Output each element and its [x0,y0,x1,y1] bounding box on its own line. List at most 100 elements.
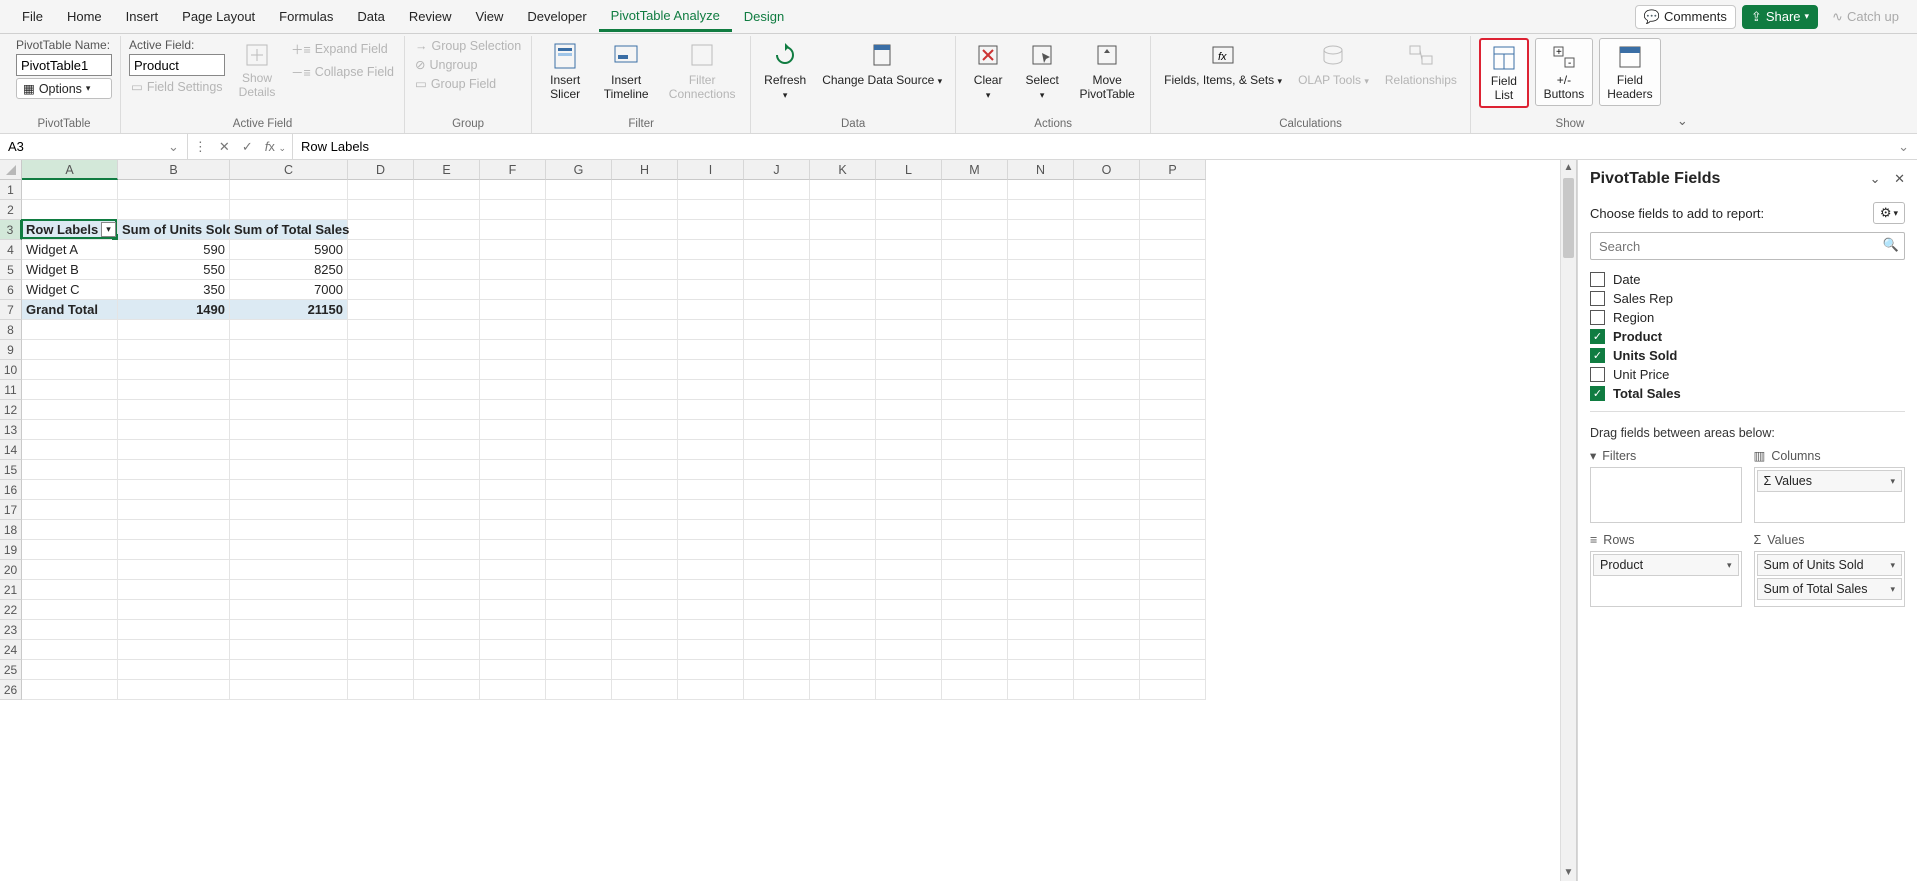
cell-J17[interactable] [744,500,810,520]
cell-M6[interactable] [942,280,1008,300]
cell-I24[interactable] [678,640,744,660]
cell-C3[interactable]: Sum of Total Sales [230,220,348,240]
cell-N24[interactable] [1008,640,1074,660]
cell-L7[interactable] [876,300,942,320]
cell-D15[interactable] [348,460,414,480]
cell-P5[interactable] [1140,260,1206,280]
cell-O2[interactable] [1074,200,1140,220]
cell-B12[interactable] [118,400,230,420]
cell-E6[interactable] [414,280,480,300]
cell-C11[interactable] [230,380,348,400]
collapse-field-button[interactable]: －≡ Collapse Field [289,61,396,82]
cell-G25[interactable] [546,660,612,680]
cell-O13[interactable] [1074,420,1140,440]
cell-F11[interactable] [480,380,546,400]
cell-M16[interactable] [942,480,1008,500]
cell-K7[interactable] [810,300,876,320]
field-headers-button[interactable]: Field Headers [1599,38,1661,106]
more-button[interactable]: ⋮ [188,139,213,155]
cell-A4[interactable]: Widget A [22,240,118,260]
cell-M18[interactable] [942,520,1008,540]
cell-B24[interactable] [118,640,230,660]
cell-E17[interactable] [414,500,480,520]
cell-I14[interactable] [678,440,744,460]
cell-H20[interactable] [612,560,678,580]
col-header-K[interactable]: K [810,160,876,180]
ribbon-collapse-button[interactable]: ⌄ [1669,109,1696,133]
cell-M10[interactable] [942,360,1008,380]
tab-view[interactable]: View [463,3,515,30]
cell-E13[interactable] [414,420,480,440]
cell-M3[interactable] [942,220,1008,240]
cell-D13[interactable] [348,420,414,440]
field-unit-price[interactable]: Unit Price [1590,365,1905,384]
values-item-units[interactable]: Sum of Units Sold ▾ [1757,554,1903,576]
insert-slicer-button[interactable]: Insert Slicer [540,38,590,104]
cell-P24[interactable] [1140,640,1206,660]
cell-A18[interactable] [22,520,118,540]
cell-B14[interactable] [118,440,230,460]
cell-I13[interactable] [678,420,744,440]
accept-edit-button[interactable]: ✓ [236,139,259,155]
field-settings-button[interactable]: ▭ Field Settings [129,78,225,95]
cell-H13[interactable] [612,420,678,440]
cell-K11[interactable] [810,380,876,400]
cell-F17[interactable] [480,500,546,520]
cell-C17[interactable] [230,500,348,520]
cell-D21[interactable] [348,580,414,600]
cell-J15[interactable] [744,460,810,480]
cell-A5[interactable]: Widget B [22,260,118,280]
cell-I10[interactable] [678,360,744,380]
cell-P16[interactable] [1140,480,1206,500]
cell-O25[interactable] [1074,660,1140,680]
name-box[interactable] [0,139,160,154]
cell-L5[interactable] [876,260,942,280]
cell-J7[interactable] [744,300,810,320]
cell-G16[interactable] [546,480,612,500]
cell-E4[interactable] [414,240,480,260]
formula-input[interactable] [293,139,1890,154]
cell-E3[interactable] [414,220,480,240]
cell-O18[interactable] [1074,520,1140,540]
cell-J16[interactable] [744,480,810,500]
cell-P20[interactable] [1140,560,1206,580]
cell-K9[interactable] [810,340,876,360]
fields-list[interactable]: DateSales RepRegion✓Product✓Units SoldUn… [1590,270,1905,412]
cell-F16[interactable] [480,480,546,500]
row-header-20[interactable]: 20 [0,560,22,580]
cell-N14[interactable] [1008,440,1074,460]
cell-H2[interactable] [612,200,678,220]
tab-home[interactable]: Home [55,3,114,30]
cell-F3[interactable] [480,220,546,240]
cell-E14[interactable] [414,440,480,460]
cell-D6[interactable] [348,280,414,300]
cell-C20[interactable] [230,560,348,580]
fields-search-input[interactable] [1590,232,1905,260]
cell-L4[interactable] [876,240,942,260]
cell-C18[interactable] [230,520,348,540]
cell-J12[interactable] [744,400,810,420]
cell-E11[interactable] [414,380,480,400]
cell-C13[interactable] [230,420,348,440]
cell-A22[interactable] [22,600,118,620]
cell-A9[interactable] [22,340,118,360]
cell-G6[interactable] [546,280,612,300]
rows-item-product[interactable]: Product ▾ [1593,554,1739,576]
cell-M14[interactable] [942,440,1008,460]
cell-I12[interactable] [678,400,744,420]
cell-N20[interactable] [1008,560,1074,580]
cell-G21[interactable] [546,580,612,600]
cell-I26[interactable] [678,680,744,700]
cell-C21[interactable] [230,580,348,600]
cell-D19[interactable] [348,540,414,560]
tab-insert[interactable]: Insert [114,3,171,30]
cell-E1[interactable] [414,180,480,200]
row-header-13[interactable]: 13 [0,420,22,440]
cell-L26[interactable] [876,680,942,700]
col-header-A[interactable]: A [22,160,118,180]
cell-N1[interactable] [1008,180,1074,200]
row-header-2[interactable]: 2 [0,200,22,220]
cell-H9[interactable] [612,340,678,360]
cell-G13[interactable] [546,420,612,440]
cell-I8[interactable] [678,320,744,340]
